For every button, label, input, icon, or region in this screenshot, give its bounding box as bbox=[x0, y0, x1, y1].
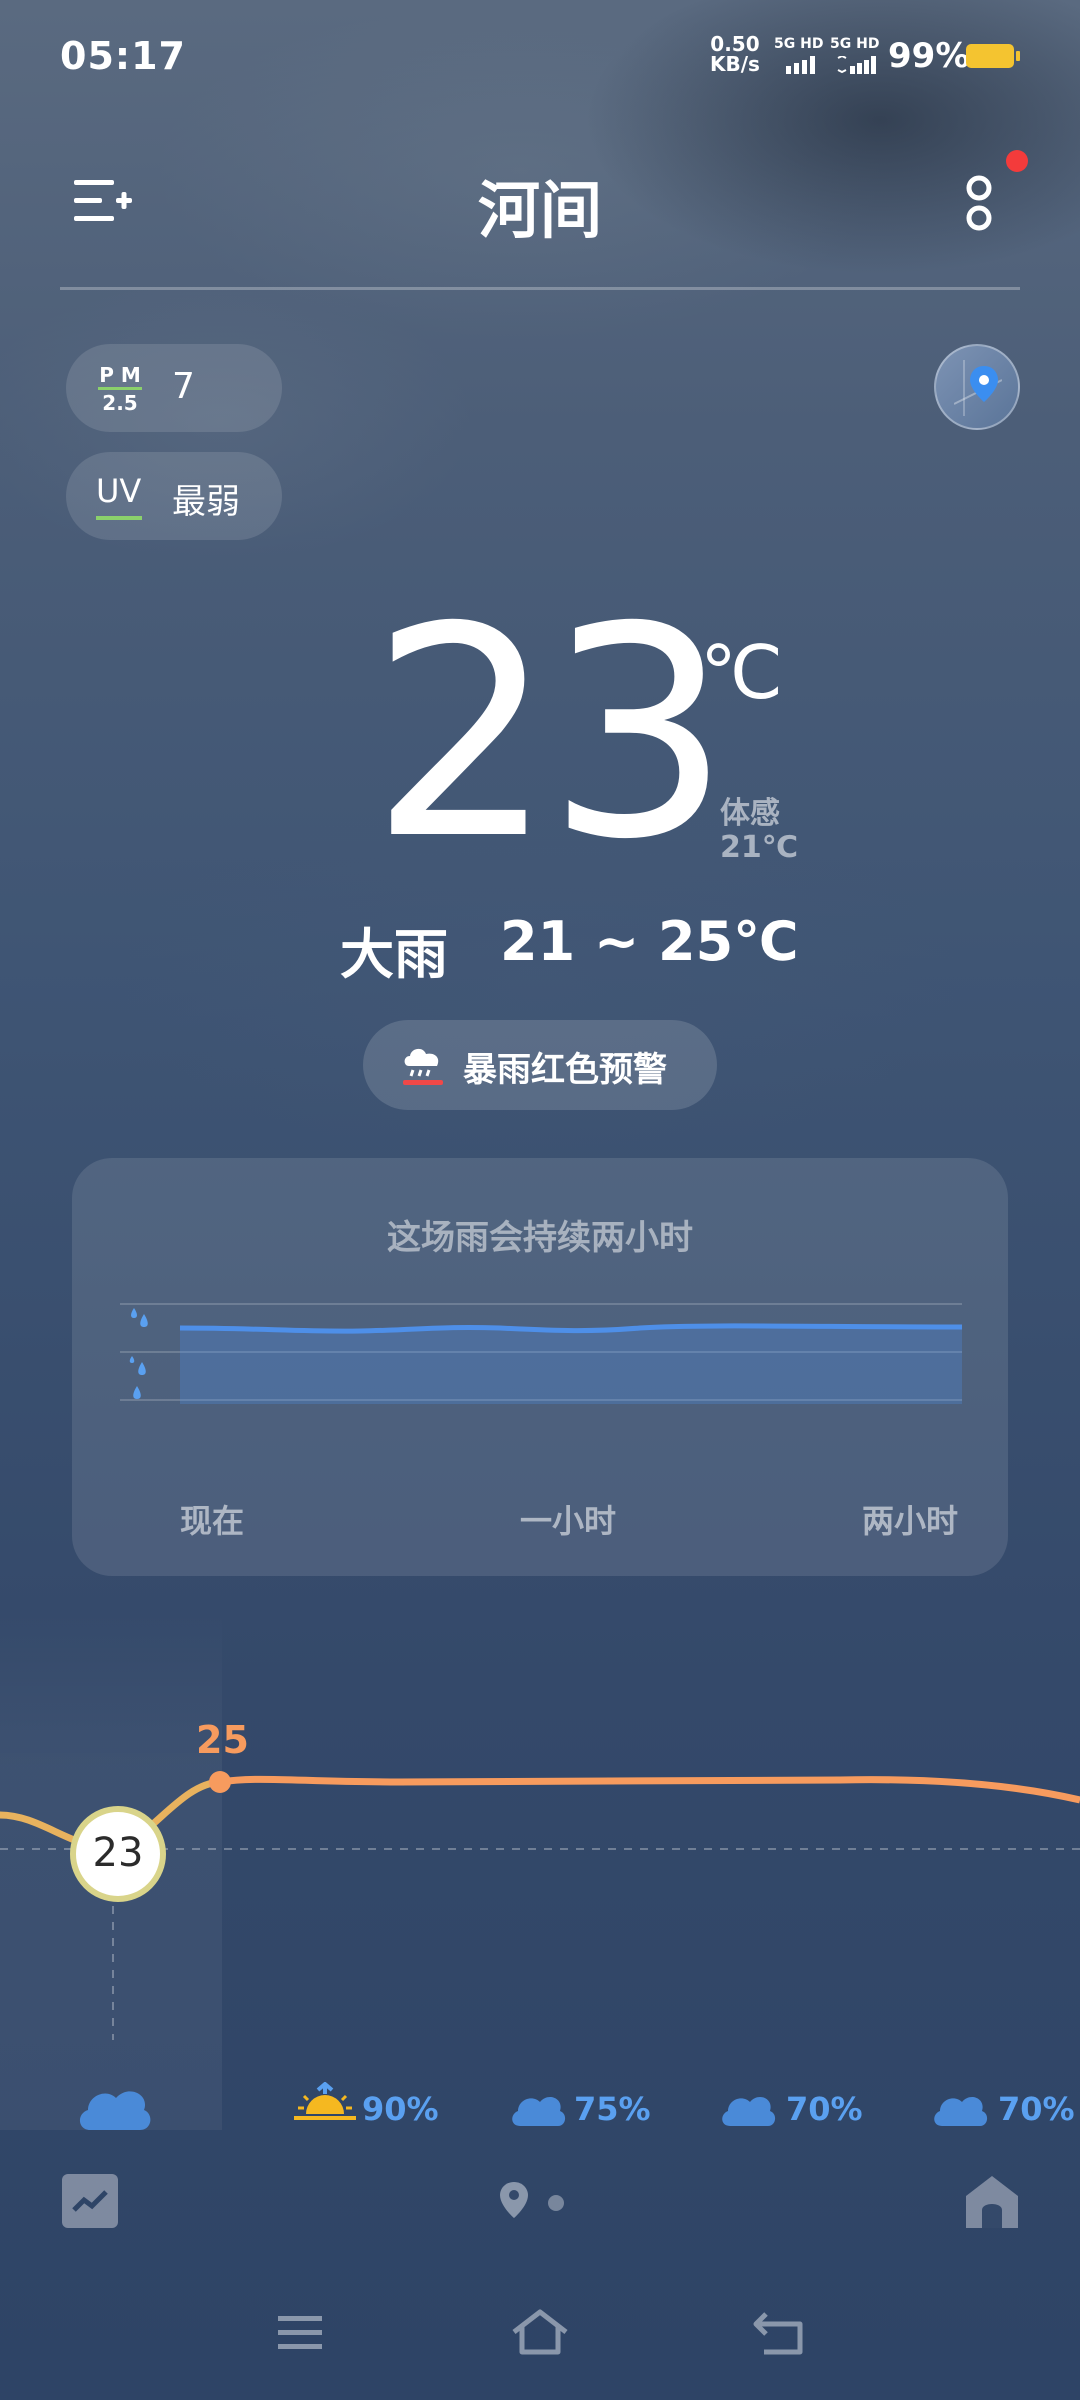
rain-label-now: 现在 bbox=[180, 1502, 245, 1540]
hourly-temperature-chart[interactable] bbox=[0, 1700, 1080, 2060]
signal-label-1: 5G HD bbox=[774, 36, 824, 52]
more-vertical-icon[interactable] bbox=[962, 172, 996, 240]
pm25-label-top: P M bbox=[99, 363, 141, 387]
heavy-rain-drops-icon bbox=[131, 1308, 148, 1327]
notification-dot bbox=[1006, 150, 1028, 172]
rain-forecast-title: 这场雨会持续两小时 bbox=[387, 1218, 693, 1258]
rain-label-one-hour: 一小时 bbox=[520, 1502, 617, 1540]
home-icon[interactable] bbox=[964, 2172, 1020, 2230]
hourly-pop-2: 75% bbox=[574, 2090, 651, 2128]
pm25-pill[interactable]: P M 2.5 7 bbox=[66, 344, 282, 432]
pm25-label-bottom: 2.5 bbox=[102, 391, 138, 415]
feels-like-value: 21℃ bbox=[720, 830, 799, 865]
pm25-value: 7 bbox=[172, 366, 195, 407]
current-temp-marker-value: 23 bbox=[92, 1830, 144, 1876]
city-title: 河间 bbox=[477, 174, 602, 247]
map-button[interactable] bbox=[934, 344, 1020, 430]
battery-percent: 99% bbox=[888, 36, 970, 76]
nav-menu-icon[interactable] bbox=[276, 2312, 324, 2352]
trend-chart-icon[interactable] bbox=[62, 2174, 118, 2228]
hourly-pop-1: 90% bbox=[362, 2090, 439, 2128]
battery-icon bbox=[966, 44, 1020, 68]
light-rain-drop-icon bbox=[133, 1386, 141, 1399]
cloud-icon bbox=[722, 2096, 776, 2126]
uv-label-text: UV bbox=[96, 472, 142, 510]
rain-label-two-hours: 两小时 bbox=[862, 1502, 959, 1540]
cloud-icon bbox=[512, 2096, 566, 2126]
signal-icon-1 bbox=[786, 56, 822, 78]
temperature-unit: ℃ bbox=[700, 630, 784, 716]
alert-text: 暴雨红色预警 bbox=[463, 1050, 667, 1090]
hourly-high-label: 25 bbox=[196, 1718, 249, 1762]
hourly-pop-4: 70% bbox=[998, 2090, 1075, 2128]
rain-forecast-card[interactable]: 这场雨会持续两小时 现在 一小时 两小时 bbox=[72, 1158, 1008, 1576]
moderate-rain-drops-icon bbox=[129, 1356, 146, 1375]
nav-back-icon[interactable] bbox=[752, 2310, 808, 2356]
hourly-pop-3: 70% bbox=[786, 2090, 863, 2128]
weather-condition: 大雨 bbox=[340, 923, 448, 986]
network-speed-value: 0.50 bbox=[710, 32, 760, 56]
signal-icon-2 bbox=[836, 54, 882, 78]
uv-indicator bbox=[96, 516, 142, 520]
feels-like-label: 体感 bbox=[720, 796, 780, 831]
current-temp-marker: 23 bbox=[70, 1806, 166, 1902]
status-time: 05:17 bbox=[60, 34, 186, 78]
pm25-label: P M 2.5 bbox=[96, 364, 144, 414]
weather-alert-button[interactable]: 暴雨红色预警 bbox=[363, 1020, 717, 1110]
rain-intensity-chart bbox=[120, 1303, 962, 1404]
uv-value: 最弱 bbox=[172, 482, 240, 522]
rain-area bbox=[180, 1325, 962, 1404]
network-speed: 0.50 KB/s bbox=[710, 34, 760, 74]
uv-label: UV bbox=[96, 472, 142, 520]
header-divider bbox=[60, 287, 1020, 290]
page-indicator-dot bbox=[548, 2195, 564, 2211]
location-pin-icon bbox=[500, 2182, 528, 2218]
uv-pill[interactable]: UV 最弱 bbox=[66, 452, 282, 540]
temperature-line bbox=[219, 1775, 1080, 1804]
cloud-icon bbox=[79, 2091, 151, 2130]
sunrise-icon bbox=[294, 2082, 356, 2120]
map-pin-icon bbox=[954, 360, 1002, 416]
network-speed-unit: KB/s bbox=[710, 52, 760, 76]
pm25-indicator bbox=[98, 387, 142, 390]
cloud-icon bbox=[934, 2096, 988, 2126]
high-point bbox=[209, 1771, 231, 1793]
heavy-rain-warning-icon bbox=[403, 1048, 443, 1085]
current-temperature: 23 bbox=[370, 566, 731, 903]
signal-label-2: 5G HD bbox=[830, 36, 880, 52]
temperature-range: 21 ~ 25℃ bbox=[500, 910, 799, 973]
nav-home-icon[interactable] bbox=[510, 2308, 570, 2356]
